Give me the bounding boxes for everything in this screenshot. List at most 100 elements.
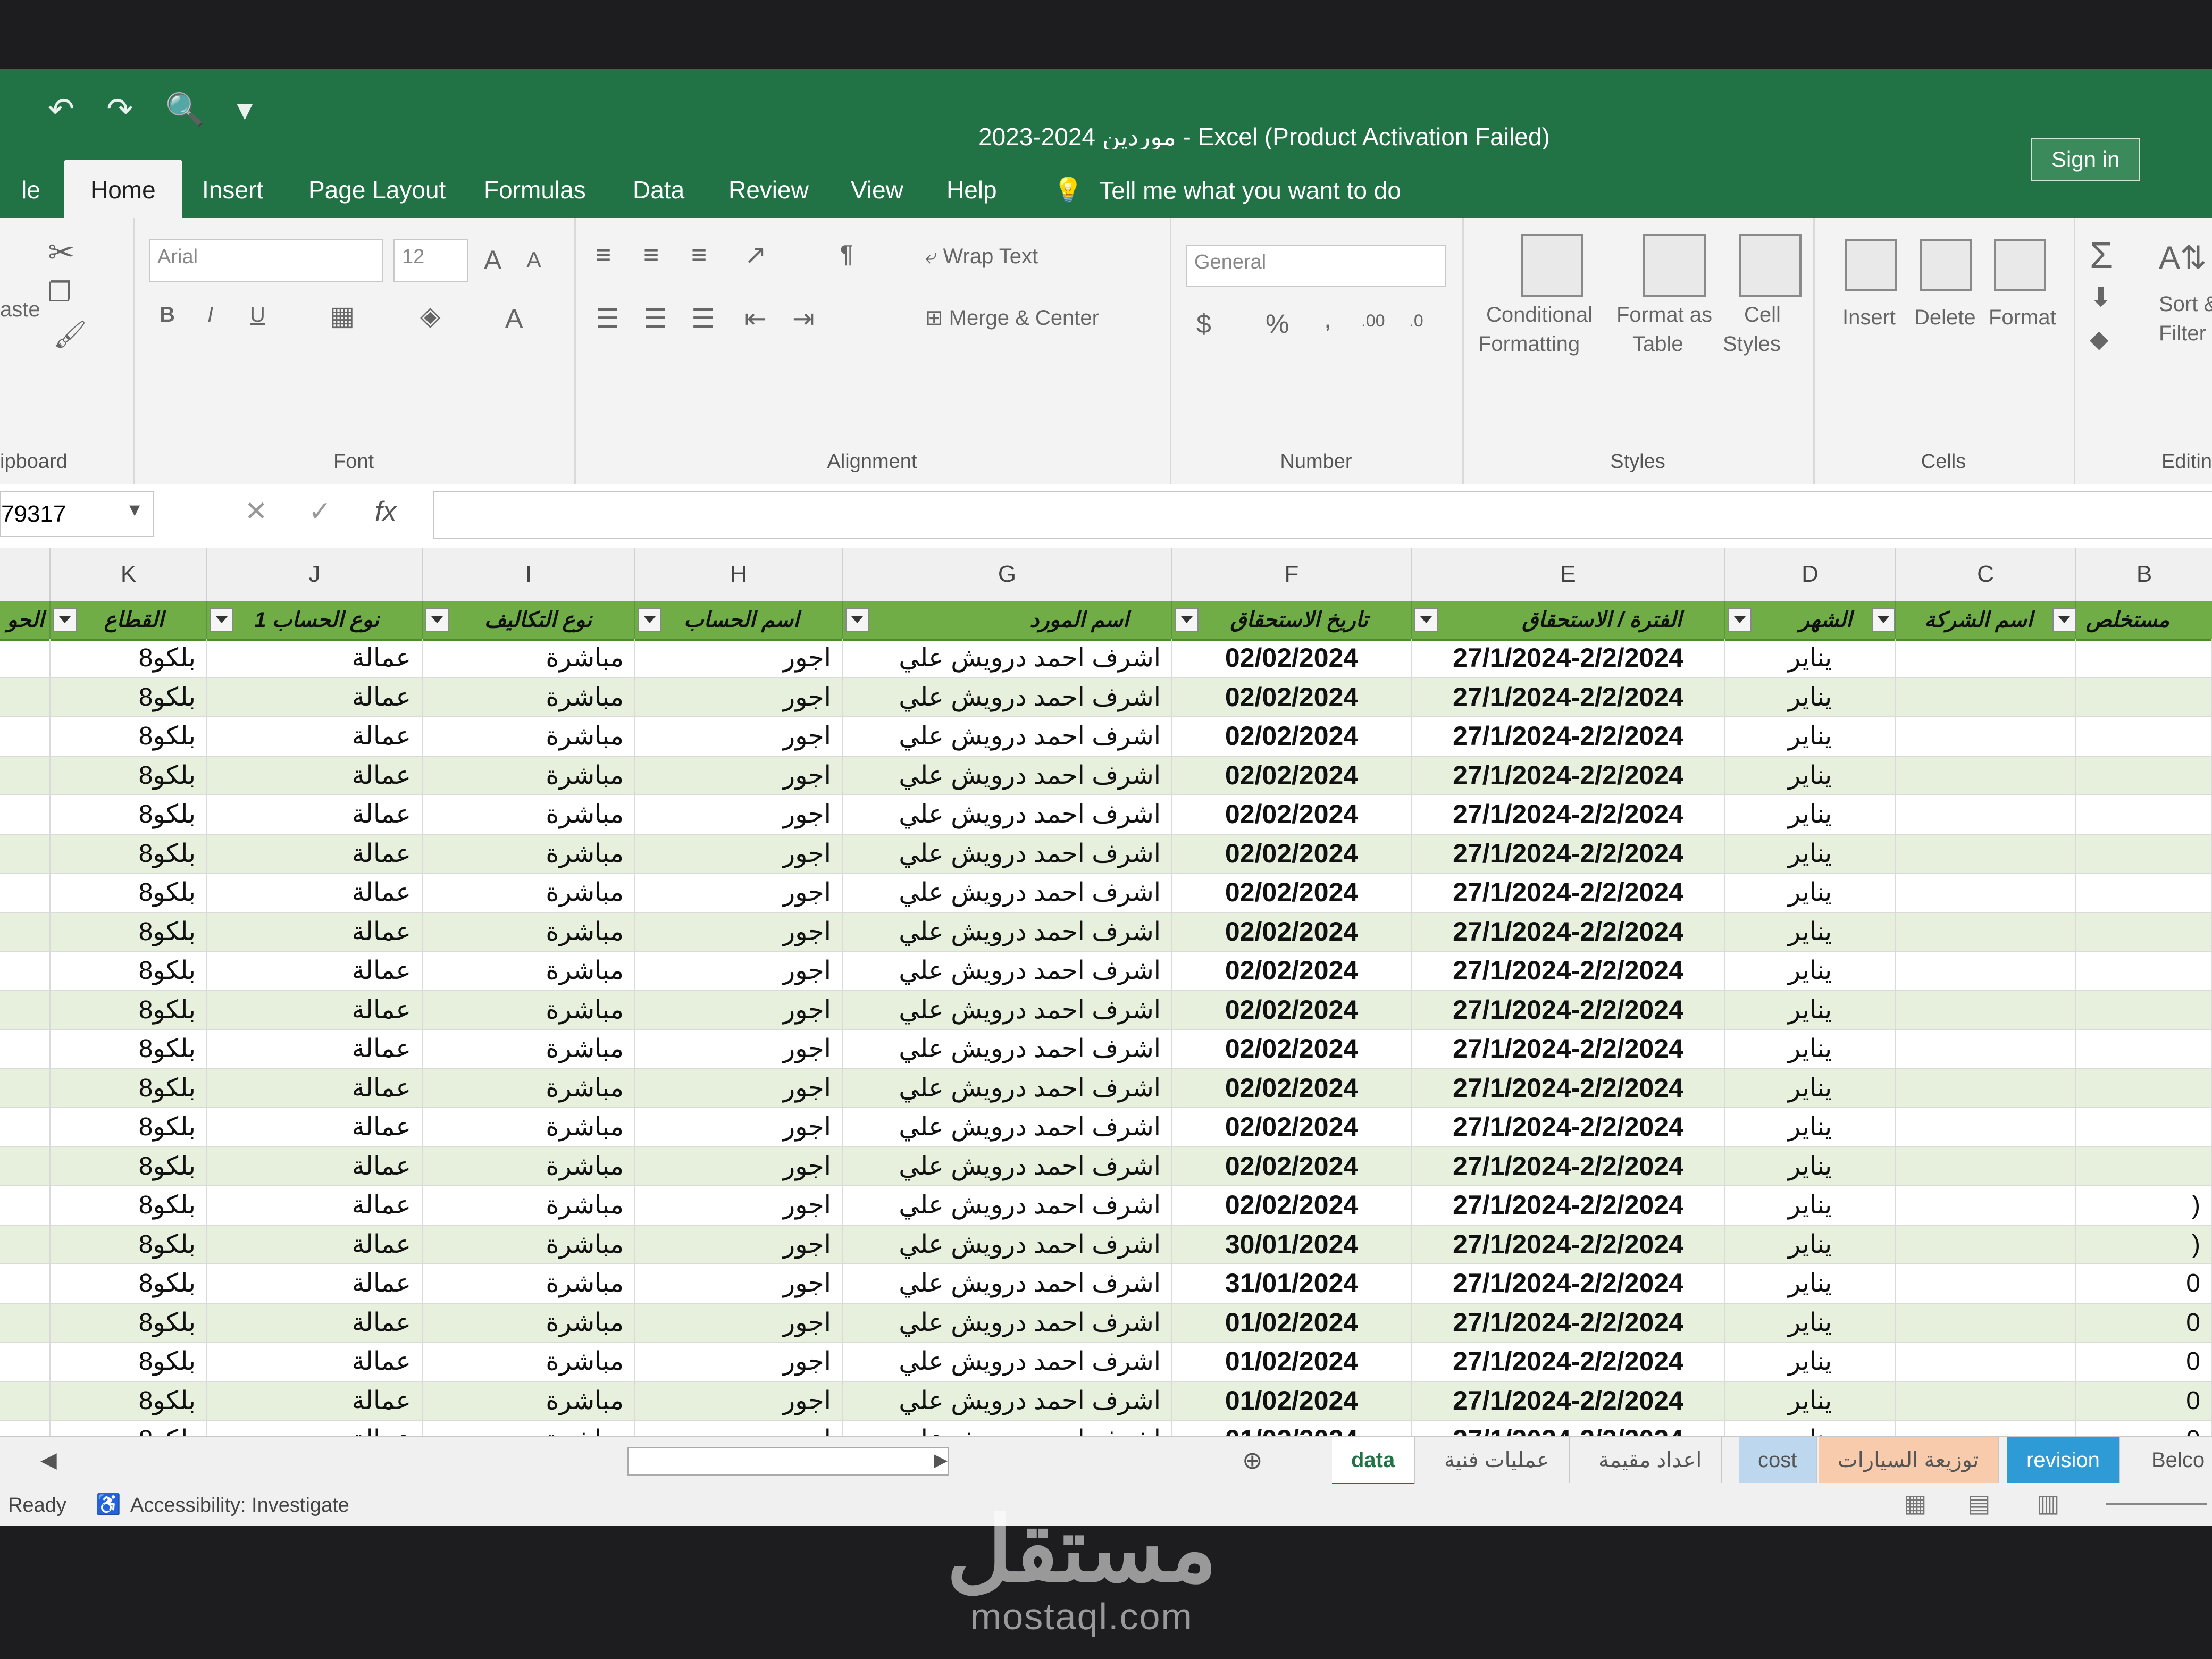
filter-dropdown-j[interactable] bbox=[425, 608, 449, 632]
cell-e[interactable]: 27/1/2024-2/2/2024 bbox=[1412, 678, 1725, 716]
cell-b[interactable] bbox=[2076, 991, 2212, 1029]
filter-dropdown-h[interactable] bbox=[845, 608, 869, 632]
cell-l[interactable] bbox=[0, 952, 51, 990]
cell-d[interactable]: يناير bbox=[1725, 1225, 1896, 1263]
cell-f[interactable]: 02/02/2024 bbox=[1172, 1069, 1412, 1107]
font-color-button[interactable]: A bbox=[505, 303, 523, 334]
cell-d[interactable]: يناير bbox=[1725, 1264, 1896, 1303]
cell-c[interactable] bbox=[1896, 834, 2076, 873]
cell-c[interactable] bbox=[1896, 717, 2076, 756]
cell-l[interactable] bbox=[0, 639, 51, 677]
merge-center-button[interactable]: ⊞ Merge & Center bbox=[925, 306, 1099, 330]
cell-d[interactable]: يناير bbox=[1725, 639, 1896, 677]
cell-i[interactable]: مباشرة bbox=[423, 1108, 635, 1146]
cell-d[interactable]: يناير bbox=[1725, 874, 1896, 912]
cell-h[interactable]: اجور bbox=[635, 1421, 843, 1436]
cell-g[interactable]: اشرف احمد درويش علي bbox=[843, 874, 1172, 912]
cell-j[interactable]: عمالة bbox=[207, 952, 423, 990]
cell-h[interactable]: اجور bbox=[635, 1147, 843, 1185]
column-header-h[interactable]: H bbox=[635, 548, 843, 601]
cell-j[interactable]: عمالة bbox=[207, 1069, 423, 1107]
bold-button[interactable]: B bbox=[160, 303, 175, 327]
cell-k[interactable]: بلكو8 bbox=[51, 717, 207, 756]
sheet-tab-resident-count[interactable]: اعداد مقيمة bbox=[1579, 1437, 1722, 1483]
cell-l[interactable] bbox=[0, 1108, 51, 1146]
cell-b[interactable] bbox=[2076, 678, 2212, 716]
cell-b[interactable]: ( bbox=[2076, 1186, 2212, 1225]
cell-h[interactable]: اجور bbox=[635, 1343, 843, 1381]
cell-i[interactable]: مباشرة bbox=[423, 1225, 635, 1263]
cell-c[interactable] bbox=[1896, 1381, 2076, 1420]
header-cell-l[interactable]: الحو bbox=[0, 601, 51, 639]
select-all-corner[interactable] bbox=[0, 548, 51, 601]
cell-h[interactable]: اجور bbox=[635, 1264, 843, 1303]
cell-d[interactable]: يناير bbox=[1725, 834, 1896, 873]
top-align-icon[interactable]: ≡ bbox=[596, 239, 611, 270]
cell-j[interactable]: عمالة bbox=[207, 756, 423, 794]
cell-e[interactable]: 27/1/2024-2/2/2024 bbox=[1412, 1381, 1725, 1420]
cell-c[interactable] bbox=[1896, 639, 2076, 677]
cell-k[interactable]: بلكو8 bbox=[51, 952, 207, 990]
cell-f[interactable]: 02/02/2024 bbox=[1172, 795, 1412, 834]
print-preview-icon[interactable]: 🔍 bbox=[165, 90, 205, 128]
cell-k[interactable]: بلكو8 bbox=[51, 991, 207, 1029]
cell-j[interactable]: عمالة bbox=[207, 991, 423, 1029]
page-break-view-icon[interactable]: ▥ bbox=[2037, 1489, 2059, 1518]
format-cells-label[interactable]: Format bbox=[1989, 306, 2056, 330]
name-box-dropdown-icon[interactable]: ▼ bbox=[125, 500, 144, 521]
cell-f[interactable]: 02/02/2024 bbox=[1172, 1147, 1412, 1185]
cell-b[interactable]: 0 bbox=[2076, 1343, 2212, 1381]
cell-h[interactable]: اجور bbox=[635, 874, 843, 912]
cell-g[interactable]: اشرف احمد درويش علي bbox=[843, 795, 1172, 834]
cell-h[interactable]: اجور bbox=[635, 834, 843, 873]
column-header-g[interactable]: G bbox=[843, 548, 1172, 601]
cell-l[interactable] bbox=[0, 1147, 51, 1185]
cell-e[interactable]: 27/1/2024-2/2/2024 bbox=[1412, 912, 1725, 951]
column-header-f[interactable]: F bbox=[1172, 548, 1412, 601]
conditional-formatting-label[interactable]: Conditional bbox=[1486, 303, 1593, 327]
cell-b[interactable]: 0 bbox=[2076, 1264, 2212, 1303]
cell-i[interactable]: مباشرة bbox=[423, 1303, 635, 1342]
cell-j[interactable]: عمالة bbox=[207, 874, 423, 912]
cell-j[interactable]: عمالة bbox=[207, 1264, 423, 1303]
cell-c[interactable] bbox=[1896, 1303, 2076, 1342]
cell-styles-icon[interactable] bbox=[1739, 234, 1802, 297]
cell-b[interactable] bbox=[2076, 874, 2212, 912]
cell-b[interactable] bbox=[2076, 639, 2212, 677]
column-header-b[interactable]: B bbox=[2076, 548, 2212, 601]
cell-c[interactable] bbox=[1896, 1069, 2076, 1107]
sort-filter-icon[interactable]: A⇅ bbox=[2159, 239, 2207, 276]
cell-b[interactable]: 0 bbox=[2076, 1381, 2212, 1420]
cell-h[interactable]: اجور bbox=[635, 1381, 843, 1420]
fill-color-icon[interactable]: ◈ bbox=[420, 300, 440, 331]
tab-page-layout[interactable]: Page Layout bbox=[287, 165, 467, 215]
font-name-box[interactable]: Arial bbox=[149, 239, 383, 282]
cell-h[interactable]: اجور bbox=[635, 1069, 843, 1107]
cell-l[interactable] bbox=[0, 1421, 51, 1436]
column-header-e[interactable]: E bbox=[1412, 548, 1725, 601]
cell-c[interactable] bbox=[1896, 756, 2076, 794]
cell-j[interactable]: عمالة bbox=[207, 678, 423, 716]
increase-decimal-button[interactable]: .00 bbox=[1361, 311, 1385, 331]
delete-cells-label[interactable]: Delete bbox=[1914, 306, 1976, 330]
cell-e[interactable]: 27/1/2024-2/2/2024 bbox=[1412, 1186, 1725, 1225]
sheet-tab-cars[interactable]: توزيعة السيارات bbox=[1819, 1437, 1999, 1483]
tab-file[interactable]: le bbox=[0, 165, 62, 215]
cell-b[interactable] bbox=[2076, 834, 2212, 873]
cell-b[interactable] bbox=[2076, 1147, 2212, 1185]
decrease-decimal-button[interactable]: .0 bbox=[1409, 311, 1423, 331]
number-format-box[interactable]: General bbox=[1186, 245, 1446, 287]
tab-home[interactable]: Home bbox=[64, 160, 182, 225]
cell-f[interactable]: 02/02/2024 bbox=[1172, 678, 1412, 716]
filter-dropdown-c[interactable] bbox=[2052, 608, 2076, 632]
cell-h[interactable]: اجور bbox=[635, 1303, 843, 1342]
cell-j[interactable]: عمالة bbox=[207, 1030, 423, 1068]
format-as-table-label[interactable]: Format as bbox=[1616, 303, 1712, 327]
tab-view[interactable]: View bbox=[830, 165, 925, 215]
cell-k[interactable]: بلكو8 bbox=[51, 639, 207, 677]
tell-me-box[interactable]: 💡 Tell me what you want to do bbox=[1053, 175, 1401, 205]
cell-h[interactable]: اجور bbox=[635, 678, 843, 716]
cell-d[interactable]: يناير bbox=[1725, 678, 1896, 716]
column-header-d[interactable]: D bbox=[1725, 548, 1896, 601]
cell-g[interactable]: اشرف احمد درويش علي bbox=[843, 1343, 1172, 1381]
